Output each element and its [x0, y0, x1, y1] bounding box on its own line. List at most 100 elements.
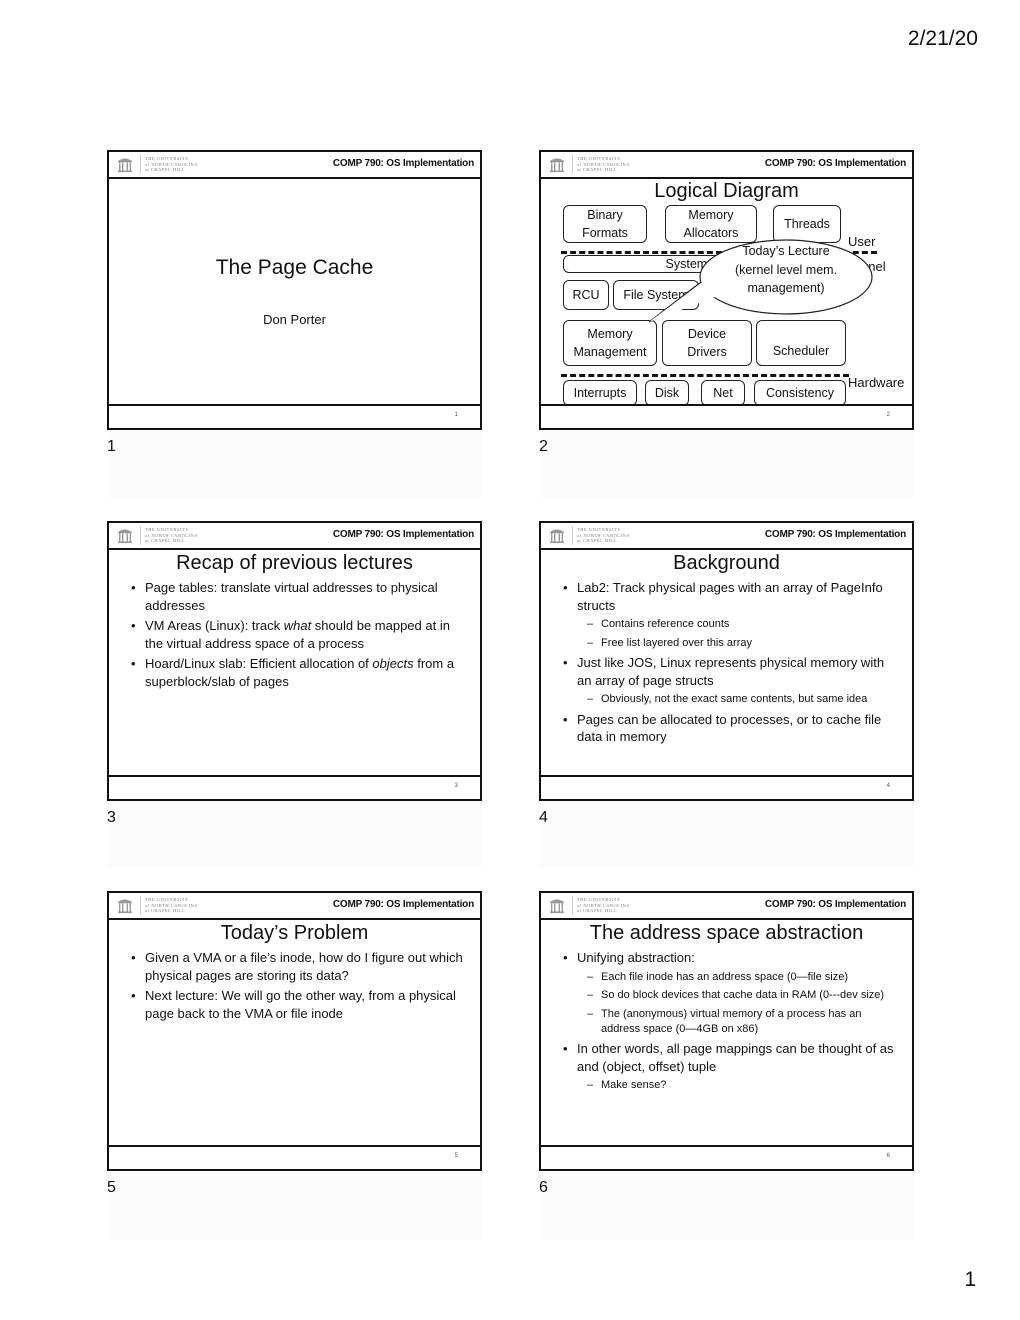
diagram-box-consistency: Consistency — [754, 380, 846, 406]
diagram-box-threads: Threads — [773, 205, 841, 243]
bullet-list: Given a VMA or a file’s inode, how do I … — [131, 949, 466, 1025]
notes-area — [539, 1171, 914, 1239]
bullet-item: Given a VMA or a file’s inode, how do I … — [131, 949, 466, 984]
box-label: Scheduler — [772, 344, 830, 358]
diagram-box-net: Net — [701, 380, 745, 406]
course-label: COMP 790: OS Implementation — [332, 529, 474, 540]
university-wordmark: THE UNIVERSITY of NORTH CAROLINA at CHAP… — [577, 527, 630, 544]
handout-date: 2/21/20 — [907, 27, 978, 50]
bullet-item: VM Areas (Linux): track what should be m… — [131, 617, 466, 652]
course-label: COMP 790: OS Implementation — [332, 158, 474, 169]
old-well-icon — [550, 529, 564, 544]
logo-divider — [572, 155, 573, 174]
box-label: Memory Management — [573, 327, 647, 359]
diagram-box-scheduler: Scheduler — [756, 320, 846, 366]
wordmark-line: at CHAPEL HILL — [577, 538, 618, 543]
sub-bullet-item: Make sense? — [563, 1078, 898, 1093]
logo-divider — [572, 896, 573, 915]
university-wordmark: THE UNIVERSITY of NORTH CAROLINA at CHAP… — [577, 897, 630, 914]
slide-number: 3 — [454, 783, 458, 789]
sub-bullet-item: Free list layered over this array — [563, 636, 898, 651]
slide-number: 2 — [886, 412, 890, 418]
slide-title: The address space abstraction — [589, 922, 864, 944]
wordmark-line: at CHAPEL HILL — [145, 167, 186, 172]
bullet-item: In other words, all page mappings can be… — [563, 1040, 898, 1075]
wordmark-line: at CHAPEL HILL — [145, 908, 186, 913]
slide-6[interactable]: THE UNIVERSITY of NORTH CAROLINA at CHAP… — [539, 891, 914, 1171]
slide-header: THE UNIVERSITY of NORTH CAROLINA at CHAP… — [541, 152, 912, 179]
diagram-box-interrupts: Interrupts — [563, 380, 637, 406]
slide-title: Recap of previous lectures — [176, 552, 413, 574]
slide-2[interactable]: THE UNIVERSITY of NORTH CAROLINA at CHAP… — [539, 150, 914, 430]
slide-header: THE UNIVERSITY of NORTH CAROLINA at CHAP… — [109, 893, 480, 920]
box-label: Consistency — [765, 386, 835, 400]
notes-area — [539, 430, 914, 498]
bullet-item: Pages can be allocated to processes, or … — [563, 711, 898, 746]
box-label: Device Drivers — [687, 327, 727, 359]
bullet-item: Hoard/Linux slab: Efficient allocation o… — [131, 655, 466, 690]
old-well-icon — [550, 899, 564, 914]
slide-label: 1 — [107, 438, 116, 455]
diagram-box-disk: Disk — [645, 380, 689, 406]
sub-bullet-item: The (anonymous) virtual memory of a proc… — [563, 1007, 898, 1037]
box-label: Memory Allocators — [683, 208, 739, 240]
course-label: COMP 790: OS Implementation — [764, 899, 906, 910]
slide-header: THE UNIVERSITY of NORTH CAROLINA at CHAP… — [109, 523, 480, 550]
course-label: COMP 790: OS Implementation — [764, 529, 906, 540]
diagram-box-memory-allocators: Memory Allocators — [665, 205, 757, 243]
slide-4[interactable]: THE UNIVERSITY of NORTH CAROLINA at CHAP… — [539, 521, 914, 801]
bullet-list: Page tables: translate virtual addresses… — [131, 579, 466, 693]
diagram-box-rcu: RCU — [563, 280, 609, 310]
slide-label: 3 — [107, 809, 116, 826]
layer-label-hardware: Hardware — [848, 375, 905, 390]
slide-footer: 1 — [109, 404, 480, 428]
bullet-list: Lab2: Track physical pages with an array… — [563, 579, 898, 749]
slide-1[interactable]: THE UNIVERSITY of NORTH CAROLINA at CHAP… — [107, 150, 482, 430]
slide-3[interactable]: THE UNIVERSITY of NORTH CAROLINA at CHAP… — [107, 521, 482, 801]
bullet-item: Lab2: Track physical pages with an array… — [563, 579, 898, 614]
logo-divider — [140, 896, 141, 915]
notes-area — [539, 801, 914, 869]
slide-header: THE UNIVERSITY of NORTH CAROLINA at CHAP… — [109, 152, 480, 179]
slide-title: Today’s Problem — [220, 922, 369, 944]
kernel-hardware-boundary — [561, 374, 849, 377]
slide-title: Logical Diagram — [654, 180, 799, 202]
box-label: Threads — [784, 217, 830, 231]
diagram-box-binary-formats: Binary Formats — [563, 205, 647, 243]
slide-number: 6 — [886, 1153, 890, 1159]
slide-header: THE UNIVERSITY of NORTH CAROLINA at CHAP… — [541, 893, 912, 920]
box-label: Disk — [654, 386, 680, 400]
bullet-list: Unifying abstraction: Each file inode has… — [563, 949, 898, 1097]
slide-number: 5 — [454, 1153, 458, 1159]
slide-5[interactable]: THE UNIVERSITY of NORTH CAROLINA at CHAP… — [107, 891, 482, 1171]
deck-author: Don Porter — [263, 312, 326, 327]
sub-bullet-item: Obviously, not the exact same contents, … — [563, 692, 898, 707]
logo-divider — [572, 526, 573, 545]
slide-title: Background — [673, 552, 780, 574]
notes-area — [107, 1171, 482, 1239]
old-well-icon — [118, 158, 132, 173]
university-wordmark: THE UNIVERSITY of NORTH CAROLINA at CHAP… — [145, 156, 198, 173]
wordmark-line: at CHAPEL HILL — [577, 908, 618, 913]
logo-divider — [140, 155, 141, 174]
slide-footer: 5 — [109, 1145, 480, 1169]
handout-page-number: 1 — [964, 1268, 976, 1291]
box-label: RCU — [572, 288, 600, 302]
bullet-item: Just like JOS, Linux represents physical… — [563, 654, 898, 689]
wordmark-line: at CHAPEL HILL — [577, 167, 618, 172]
slide-number: 1 — [454, 412, 458, 418]
university-wordmark: THE UNIVERSITY of NORTH CAROLINA at CHAP… — [145, 897, 198, 914]
sub-bullet-item: So do block devices that cache data in R… — [563, 988, 898, 1003]
notes-area — [107, 801, 482, 869]
old-well-icon — [118, 529, 132, 544]
deck-title: The Page Cache — [215, 256, 374, 279]
bullet-item: Page tables: translate virtual addresses… — [131, 579, 466, 614]
sub-bullet-item: Each file inode has an address space (0—… — [563, 970, 898, 985]
notes-area — [107, 430, 482, 498]
bullet-item: Next lecture: We will go the other way, … — [131, 987, 466, 1022]
slide-label: 5 — [107, 1179, 116, 1196]
bullet-item: Unifying abstraction: — [563, 949, 898, 967]
slide-header: THE UNIVERSITY of NORTH CAROLINA at CHAP… — [541, 523, 912, 550]
course-label: COMP 790: OS Implementation — [764, 158, 906, 169]
sub-bullet-item: Contains reference counts — [563, 617, 898, 632]
